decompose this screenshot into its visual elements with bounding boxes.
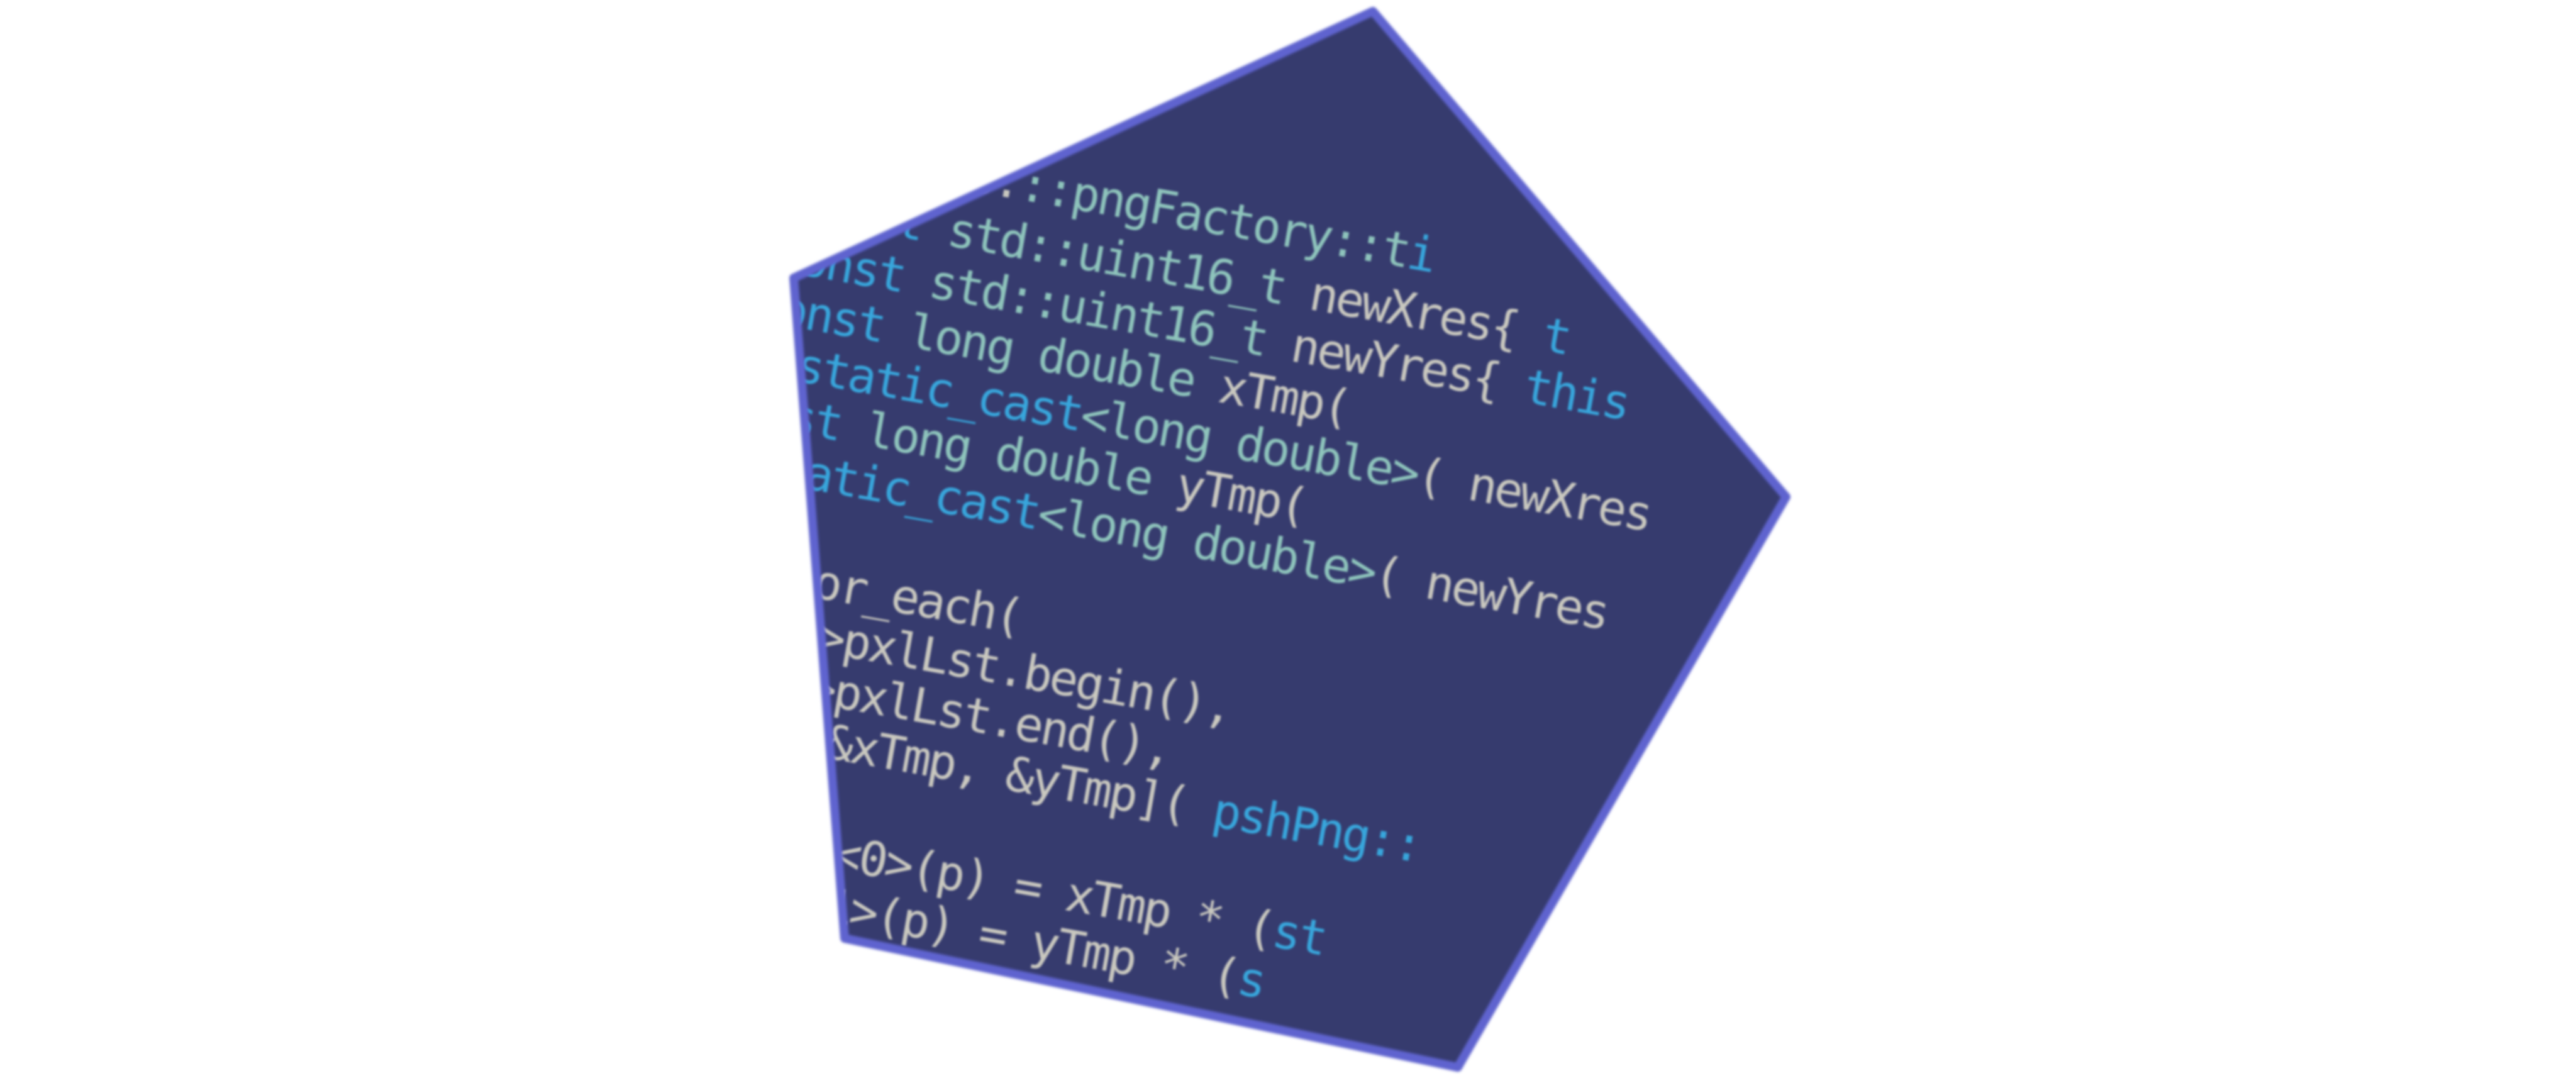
code-line: ;	[577, 887, 613, 947]
code-token-identifier: ;	[577, 887, 613, 947]
code-token-identifier: [	[640, 682, 675, 742]
image-canvas: s.::pngFactory::ti t std::uint16_t newXre…	[0, 0, 2576, 1078]
code-token-keyword: this	[665, 686, 779, 760]
code-token-type: std::get	[587, 836, 803, 928]
code-pentagon-graphic: s.::pngFactory::tit std::uint16_t newXre…	[577, 7, 1790, 1072]
code-token-keyword: st	[1269, 903, 1330, 967]
code-token-keyword: this	[657, 580, 796, 658]
code-token-keyword: this	[648, 631, 787, 709]
code-token-type: std::get	[596, 784, 838, 880]
